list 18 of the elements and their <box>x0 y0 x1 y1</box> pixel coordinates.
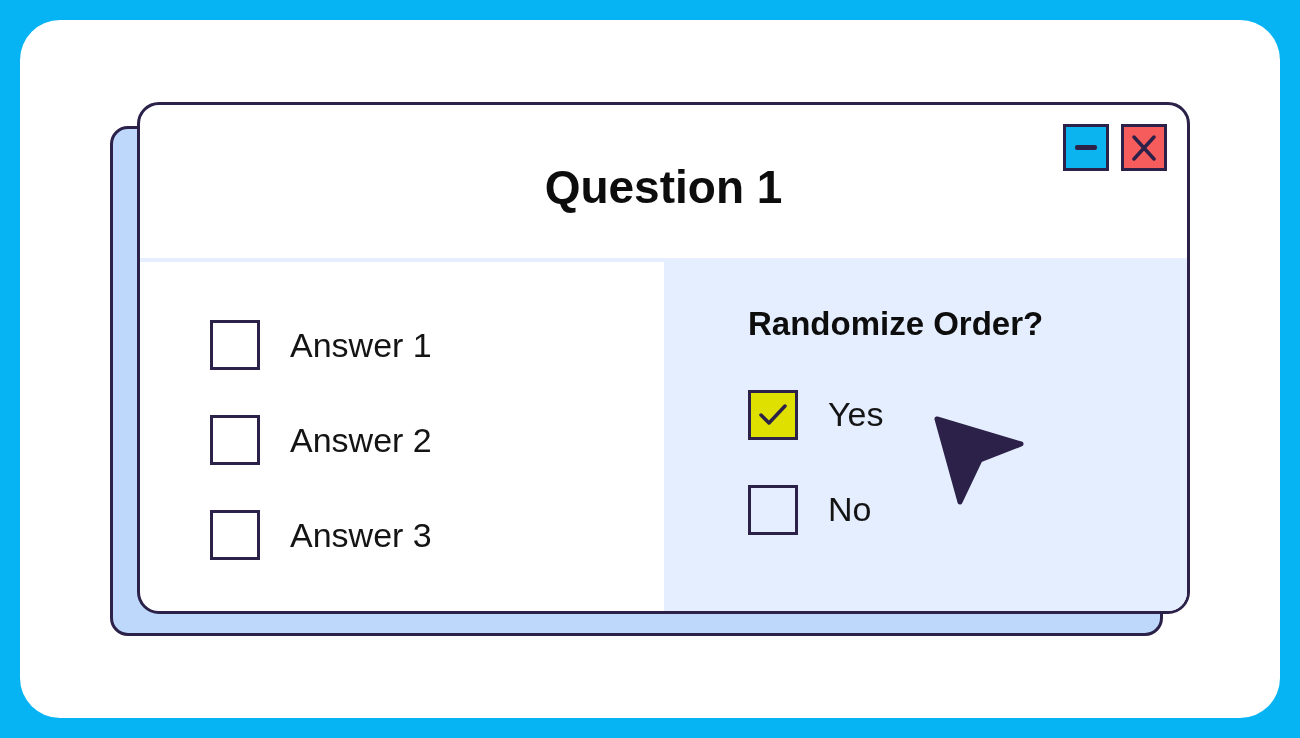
checkbox[interactable] <box>210 510 260 560</box>
close-button[interactable] <box>1121 124 1167 171</box>
checkbox[interactable] <box>210 320 260 370</box>
checkbox[interactable] <box>210 415 260 465</box>
tick-icon <box>759 403 787 426</box>
option-label: Answer 2 <box>290 419 432 461</box>
option-label: Answer 1 <box>290 324 432 366</box>
minimize-button[interactable] <box>1063 124 1109 171</box>
option-label: No <box>828 489 872 530</box>
option-label: Answer 3 <box>290 514 432 556</box>
option-label: Yes <box>828 394 884 435</box>
minimize-icon <box>1075 145 1097 150</box>
checkbox[interactable] <box>748 484 798 535</box>
checkbox[interactable] <box>748 389 798 440</box>
pointer-cursor-icon <box>934 416 1024 505</box>
close-icon <box>1132 134 1156 161</box>
window-title: Question 1 <box>544 160 783 215</box>
settings-heading: Randomize Order? <box>748 304 1044 344</box>
